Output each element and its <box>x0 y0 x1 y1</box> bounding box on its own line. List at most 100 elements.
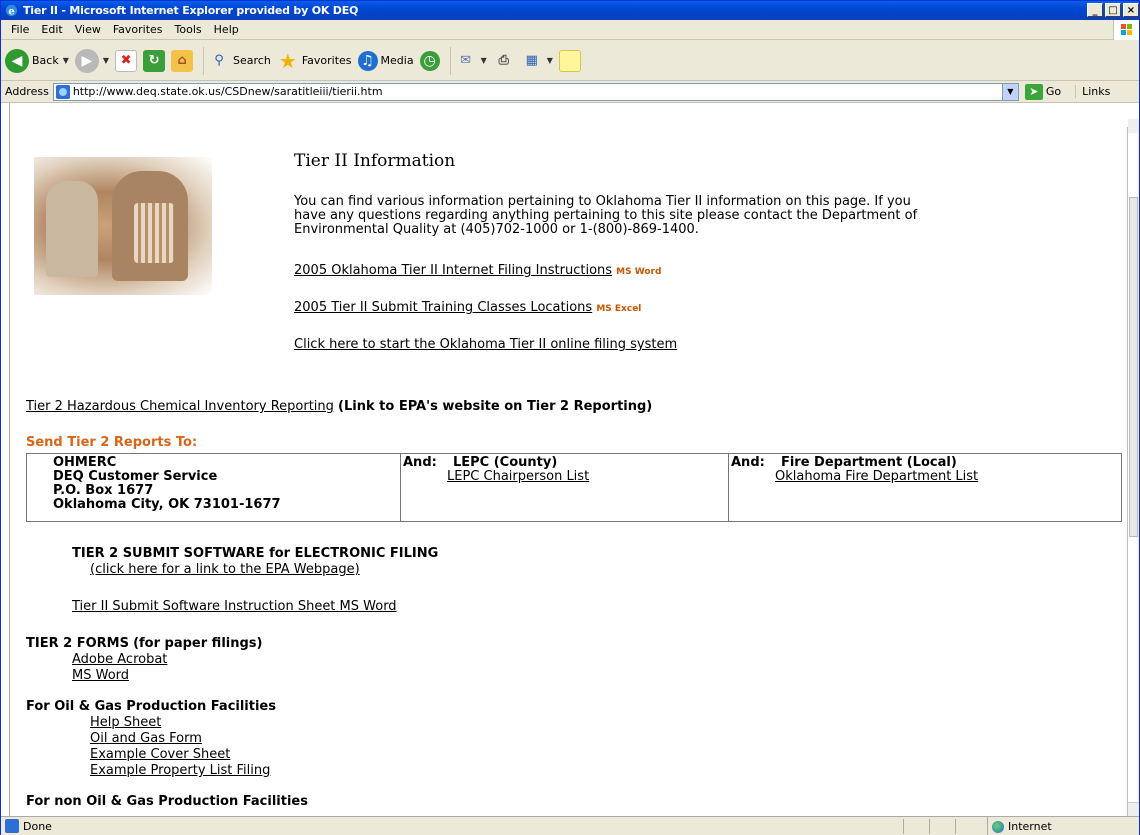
star-icon: ★ <box>278 48 297 73</box>
sticky-note-icon <box>558 49 581 72</box>
menu-tools[interactable]: Tools <box>169 23 208 36</box>
fire-dept-list-link[interactable]: Oklahoma Fire Department List <box>775 469 978 484</box>
menu-favorites[interactable]: Favorites <box>107 23 169 36</box>
edit-button[interactable]: ▦ ▼ <box>521 50 553 72</box>
ie-icon: e <box>5 4 18 17</box>
software-heading: TIER 2 SUBMIT SOFTWARE for ELECTRONIC FI… <box>72 546 439 561</box>
oilgas-heading: For Oil & Gas Production Facilities <box>26 699 276 714</box>
chevron-down-icon[interactable]: ▼ <box>547 56 553 65</box>
notes-button[interactable] <box>558 49 581 72</box>
menu-edit[interactable]: Edit <box>35 23 68 36</box>
toolbar-divider <box>449 46 451 75</box>
menu-view[interactable]: View <box>69 23 107 36</box>
training-link[interactable]: 2005 Tier II Submit Training Classes Loc… <box>294 300 592 315</box>
menu-help[interactable]: Help <box>208 23 245 36</box>
epa-tier2-link[interactable]: Tier 2 Hazardous Chemical Inventory Repo… <box>26 399 334 414</box>
favorites-label: Favorites <box>301 54 352 67</box>
history-button[interactable]: ◷ <box>419 50 440 71</box>
media-label: Media <box>380 54 414 67</box>
maximize-button[interactable]: □ <box>1105 3 1121 17</box>
status-panel <box>929 819 930 834</box>
status-panel <box>955 819 956 834</box>
status-text: Done <box>23 819 52 833</box>
instructions-row: 2005 Oklahoma Tier II Internet Filing In… <box>294 263 661 278</box>
address-bar: Address http://www.deq.state.ok.us/CSDne… <box>1 81 1139 103</box>
oil-gas-form-link[interactable]: Oil and Gas Form <box>90 731 202 746</box>
scroll-down-icon[interactable] <box>1128 802 1139 816</box>
vertical-scrollbar[interactable] <box>1127 119 1139 816</box>
title-bar[interactable]: e Tier II - Microsoft Internet Explorer … <box>1 1 1139 20</box>
go-button[interactable]: ➤ Go <box>1024 83 1061 100</box>
chevron-down-icon[interactable]: ▼ <box>63 56 69 65</box>
page-icon <box>55 84 70 99</box>
back-button[interactable]: ◀ Back ▼ <box>5 48 69 73</box>
svg-text:e: e <box>8 5 15 17</box>
minimize-button[interactable]: _ <box>1087 3 1103 17</box>
content-left-margin <box>1 103 10 816</box>
refresh-button[interactable]: ↻ <box>143 49 166 72</box>
media-button[interactable]: ♫ Media <box>357 50 414 71</box>
and-label: And: <box>731 455 765 470</box>
photo-figure <box>134 203 174 263</box>
home-button[interactable]: ⌂ <box>171 49 194 72</box>
address-line: DEQ Customer Service <box>53 469 218 484</box>
help-sheet-link[interactable]: Help Sheet <box>90 715 161 730</box>
ms-excel-tag: MS Excel <box>596 304 642 314</box>
instruction-sheet-link[interactable]: Tier II Submit Software Instruction Shee… <box>72 599 397 614</box>
content-top-margin <box>1 103 1139 127</box>
status-panel <box>903 819 904 834</box>
instructions-link[interactable]: 2005 Oklahoma Tier II Internet Filing In… <box>294 263 612 278</box>
scroll-up-icon[interactable] <box>1128 119 1139 133</box>
search-label: Search <box>233 54 271 67</box>
forms-heading-row: TIER 2 FORMS (for paper filings) <box>26 636 262 651</box>
address-line: P.O. Box 1677 <box>53 483 154 498</box>
back-label: Back <box>32 54 59 67</box>
forms-heading: TIER 2 FORMS <box>26 636 129 651</box>
non-oilgas-heading: For non Oil & Gas Production Facilities <box>26 794 308 809</box>
back-arrow-icon: ◀ <box>5 48 29 73</box>
address-input[interactable]: http://www.deq.state.ok.us/CSDnew/sarati… <box>52 82 1019 101</box>
chevron-down-icon[interactable]: ▼ <box>103 56 109 65</box>
status-bar: Done Internet <box>1 816 1139 835</box>
mail-icon: ✉ <box>460 53 472 68</box>
chevron-down-icon[interactable]: ▼ <box>481 56 487 65</box>
refresh-icon: ↻ <box>143 49 166 72</box>
search-button[interactable]: ⚲ Search <box>208 50 271 72</box>
chevron-down-icon[interactable]: ▼ <box>1001 83 1018 100</box>
lepc-chairperson-link[interactable]: LEPC Chairperson List <box>447 469 589 484</box>
example-property-list-link[interactable]: Example Property List Filing <box>90 763 270 778</box>
toolbar-divider <box>203 46 205 75</box>
search-icon: ⚲ <box>214 53 224 68</box>
windows-logo-icon <box>1113 20 1139 40</box>
globe-icon <box>992 820 1004 833</box>
close-button[interactable]: × <box>1123 3 1139 17</box>
epa-tier2-row: Tier 2 Hazardous Chemical Inventory Repo… <box>26 399 652 414</box>
scrollbar-thumb[interactable] <box>1129 197 1138 537</box>
adobe-acrobat-link[interactable]: Adobe Acrobat <box>72 652 167 667</box>
epa-webpage-link[interactable]: (click here for a link to the EPA Webpag… <box>90 562 360 577</box>
online-filing-link[interactable]: Click here to start the Oklahoma Tier II… <box>294 337 677 352</box>
history-icon: ◷ <box>419 50 440 71</box>
forward-arrow-icon: ▶ <box>74 48 99 73</box>
links-button[interactable]: Links <box>1075 85 1110 98</box>
fire-dept-cell: And: Fire Department (Local) Oklahoma Fi… <box>728 453 1122 522</box>
ms-word-tag: MS Word <box>616 267 662 277</box>
reports-table: OHMERC DEQ Customer Service P.O. Box 167… <box>26 453 1122 522</box>
media-icon: ♫ <box>357 50 378 71</box>
favorites-button[interactable]: ★ Favorites <box>277 48 352 73</box>
intro-text: You can find various information pertain… <box>294 195 917 237</box>
intro-line: Environmental Quality at (405)702-1000 o… <box>294 222 699 237</box>
home-icon: ⌂ <box>171 49 194 72</box>
print-button[interactable]: ⎙ <box>493 50 515 72</box>
example-cover-sheet-link[interactable]: Example Cover Sheet <box>90 747 230 762</box>
security-zone: Internet <box>987 817 1052 835</box>
fire-dept-heading: Fire Department (Local) <box>780 455 957 470</box>
epa-tier2-note: (Link to EPA's website on Tier 2 Reporti… <box>338 399 653 414</box>
lepc-heading: LEPC (County) <box>452 455 558 470</box>
ms-word-link[interactable]: MS Word <box>72 668 129 683</box>
forward-button[interactable]: ▶ ▼ <box>74 48 109 73</box>
stop-button[interactable]: ✖ <box>115 49 138 72</box>
menu-file[interactable]: File <box>5 23 35 36</box>
address-line: OHMERC <box>53 455 117 470</box>
mail-button[interactable]: ✉ ▼ <box>455 50 487 72</box>
